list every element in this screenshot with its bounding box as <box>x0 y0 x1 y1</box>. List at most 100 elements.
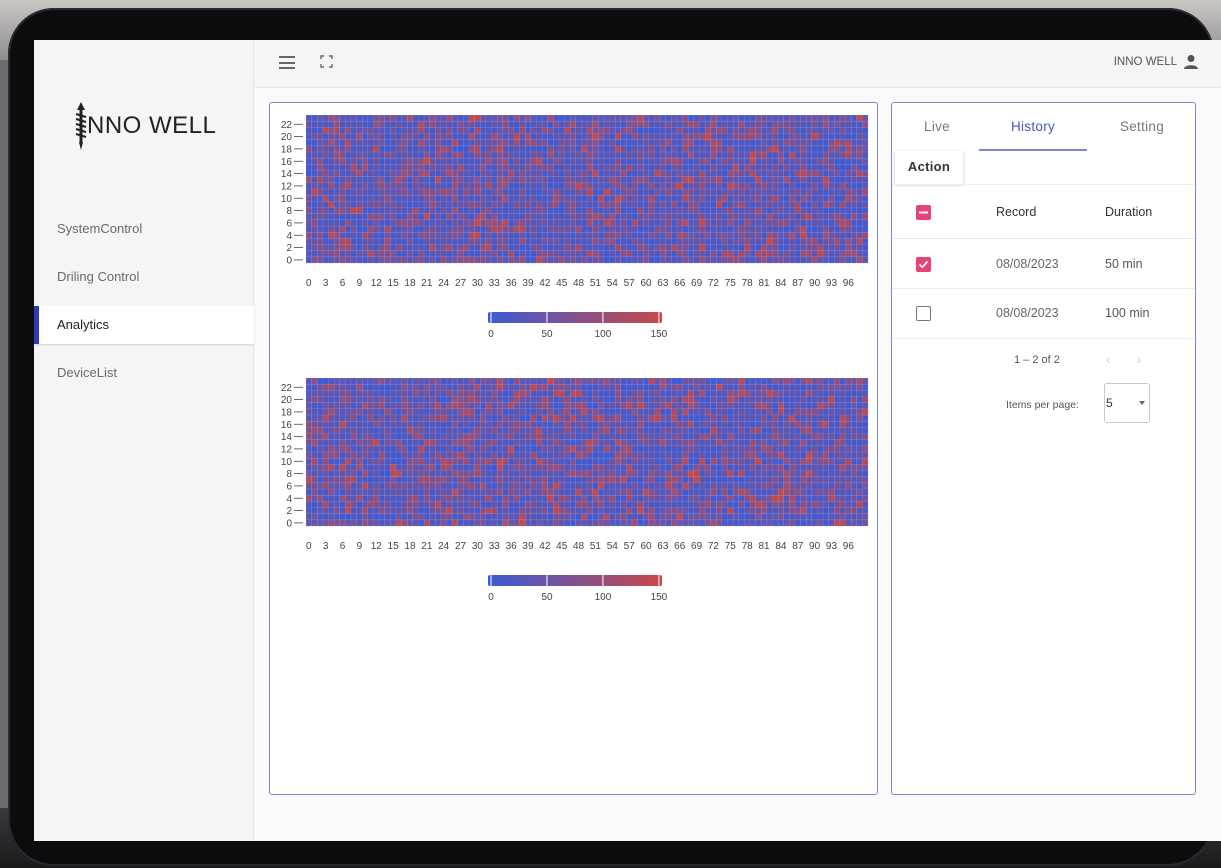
heatmap-cell <box>789 427 796 434</box>
heatmap-cell <box>519 182 526 190</box>
heatmap-cell <box>339 201 346 208</box>
select-all-checkbox[interactable] <box>916 205 931 220</box>
heatmap-cell <box>834 489 840 496</box>
heatmap-cell <box>766 152 773 159</box>
heatmap-cell <box>395 238 402 245</box>
row-checkbox[interactable] <box>916 306 931 321</box>
heatmap-cell <box>772 158 779 165</box>
heatmap-cell <box>536 139 543 146</box>
heatmap-cell <box>615 470 621 477</box>
heatmap-cell <box>558 164 565 171</box>
heatmap-cell <box>384 482 391 490</box>
heatmap-cell <box>789 408 796 416</box>
x-tick-label: 18 <box>404 541 416 552</box>
next-page-icon[interactable]: › <box>1137 351 1168 367</box>
heatmap-cell <box>480 201 486 208</box>
sidebar-item-drilling-control[interactable]: Driling Control <box>34 258 254 296</box>
heatmap-cell <box>794 170 801 177</box>
heatmap-cell <box>558 513 565 520</box>
heatmap-cell <box>766 519 773 527</box>
heatmap-cell <box>463 408 470 416</box>
table-row[interactable]: 08/08/2023 50 min <box>892 239 1195 289</box>
heatmap-cell <box>587 207 593 214</box>
heatmap-cell <box>749 121 756 128</box>
heatmap-cell <box>570 378 576 385</box>
heatmap-cell <box>772 213 779 220</box>
heatmap-cell <box>794 384 801 391</box>
heatmap-cell <box>328 489 335 496</box>
heatmap-cell <box>581 464 588 471</box>
heatmap-cell <box>350 433 357 440</box>
heatmap-cell <box>519 127 526 134</box>
heatmap-cell <box>744 433 751 440</box>
heatmap-cell <box>440 421 447 428</box>
heatmap-cell <box>429 476 436 483</box>
heatmap-cell <box>491 127 498 134</box>
heatmap-cell <box>755 489 762 496</box>
heatmap-cell <box>474 139 481 146</box>
y-tick-label: 12 <box>281 444 293 455</box>
x-tick-label: 12 <box>371 541 383 552</box>
heatmap-cell <box>502 127 509 134</box>
heatmap-svg: 02468101214161820220 3 6 9 12 15 18 21 24 27 30 33 3… <box>281 114 869 340</box>
sidebar-item-device-list[interactable]: DeviceList <box>34 354 254 392</box>
heatmap-cell <box>384 415 391 422</box>
heatmap-cell <box>761 133 767 140</box>
heatmap-cell <box>306 195 312 202</box>
heatmap-cell <box>339 256 346 264</box>
heatmap-cell <box>609 244 616 251</box>
fullscreen-icon[interactable] <box>320 55 333 68</box>
tab-live[interactable]: Live <box>902 111 972 151</box>
heatmap-cell <box>733 402 739 409</box>
table-row[interactable]: 08/08/2023 100 min <box>892 289 1195 339</box>
heatmap-cell <box>362 226 368 233</box>
heatmap-cell <box>811 501 818 508</box>
heatmap-cell <box>705 501 711 508</box>
sidebar-item-system-control[interactable]: SystemControl <box>34 210 254 248</box>
heatmap-cell <box>480 415 486 422</box>
heatmap-cell <box>811 452 818 459</box>
heatmap-cell <box>609 232 616 239</box>
heatmap-cell <box>435 415 441 422</box>
heatmap-cell <box>497 145 503 153</box>
menu-icon[interactable] <box>279 56 295 69</box>
row-checkbox[interactable] <box>916 257 931 272</box>
heatmap-cell <box>508 115 515 122</box>
heatmap-cell <box>733 182 739 190</box>
heatmap-cell <box>570 133 576 140</box>
heatmap-cell <box>727 458 734 465</box>
heatmap-cell <box>367 152 374 159</box>
heatmap-cell <box>783 195 790 202</box>
action-button[interactable]: Action <box>895 151 963 184</box>
heatmap-cell <box>485 121 492 128</box>
heatmap-cell <box>435 115 441 122</box>
heatmap-cell <box>530 189 537 196</box>
heatmap-cell <box>766 489 773 496</box>
items-per-page-select[interactable]: 5 <box>1104 383 1150 423</box>
tab-history[interactable]: History <box>979 111 1087 151</box>
heatmap-cell <box>811 439 818 446</box>
heatmap-cell <box>671 433 678 440</box>
heatmap-cell <box>834 433 840 440</box>
heatmap-cell <box>339 127 346 134</box>
heatmap-cell <box>362 501 368 508</box>
heatmap-cell <box>491 378 498 385</box>
heatmap-cell <box>390 145 397 153</box>
heatmap-cell <box>542 170 548 177</box>
heatmap-cell <box>671 115 678 122</box>
heatmap-cell <box>525 507 531 514</box>
heatmap-cell <box>317 170 323 177</box>
sidebar-item-analytics[interactable]: Analytics <box>34 306 254 344</box>
heatmap-cell <box>553 378 559 385</box>
heatmap-cell <box>587 201 593 208</box>
heatmap-cell <box>379 378 385 385</box>
heatmap-cell <box>856 201 863 208</box>
previous-page-icon[interactable]: ‹ <box>1106 351 1137 367</box>
user-menu[interactable]: INNO WELL <box>1114 54 1199 70</box>
heatmap-cell <box>412 396 419 403</box>
heatmap-cell <box>688 152 694 159</box>
heatmap-cell <box>407 226 413 233</box>
heatmap-cell <box>350 195 357 202</box>
heatmap-cell <box>823 256 829 264</box>
tab-setting[interactable]: Setting <box>1102 111 1182 151</box>
